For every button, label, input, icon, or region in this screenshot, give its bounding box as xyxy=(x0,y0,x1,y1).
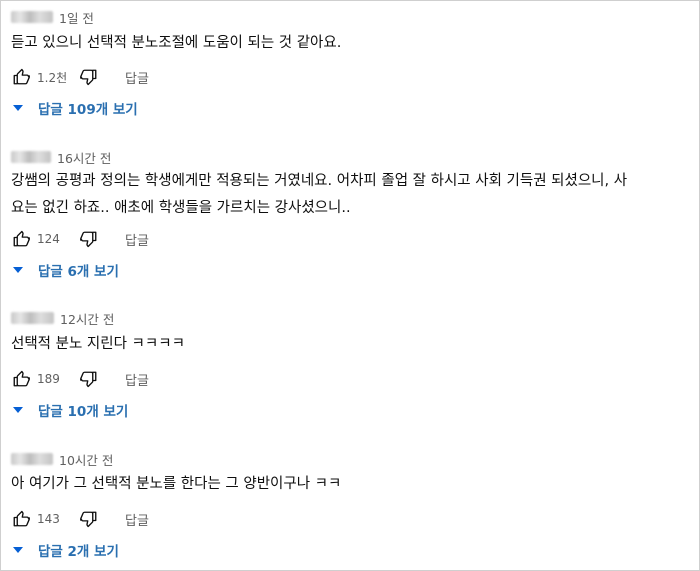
reply-button[interactable]: 답글 xyxy=(125,68,149,87)
blurred-username[interactable] xyxy=(11,151,51,163)
comment-timestamp[interactable]: 16시간 전 xyxy=(57,148,111,167)
view-replies-button[interactable]: 답글 109개 보기 xyxy=(11,96,138,120)
comment-text-line: 듣고 있으니 선택적 분노조절에 도움이 되는 것 같아요. xyxy=(11,35,342,51)
comment-timestamp[interactable]: 12시간 전 xyxy=(60,309,114,328)
comment-text: 선택적 분노 지린다 ㅋㅋㅋㅋ xyxy=(11,331,185,358)
like-count: 124 xyxy=(37,232,60,246)
dislike-button[interactable] xyxy=(79,229,99,249)
comment-text-line: 선택적 분노 지린다 ㅋㅋㅋㅋ xyxy=(11,336,185,352)
thumbs-up-icon xyxy=(13,68,30,85)
caret-down-icon xyxy=(13,407,23,413)
reply-button[interactable]: 답글 xyxy=(125,370,149,389)
thumbs-down-icon xyxy=(80,511,97,528)
view-replies-label: 답글 2개 보기 xyxy=(38,544,119,560)
like-count: 189 xyxy=(37,372,60,386)
comment-thread: 1일 전 듣고 있으니 선택적 분노조절에 도움이 되는 것 같아요. 1.2천… xyxy=(1,1,699,141)
like-count: 143 xyxy=(37,512,60,526)
caret-down-icon xyxy=(13,105,23,111)
comment-timestamp[interactable]: 10시간 전 xyxy=(59,450,113,469)
thumbs-up-icon xyxy=(13,230,30,247)
view-replies-label: 답글 109개 보기 xyxy=(38,102,138,118)
like-button[interactable] xyxy=(11,509,31,529)
comments-panel: 1일 전 듣고 있으니 선택적 분노조절에 도움이 되는 것 같아요. 1.2천… xyxy=(0,0,700,571)
comment-text-line: 요는 없긴 하죠.. 애초에 학생들을 가르치는 강사셨으니.. xyxy=(11,200,351,216)
comment-actions: 1.2천 답글 xyxy=(11,65,149,89)
like-count: 1.2천 xyxy=(37,70,68,85)
view-replies-label: 답글 10개 보기 xyxy=(38,404,129,420)
dislike-button[interactable] xyxy=(79,509,99,529)
blurred-username[interactable] xyxy=(11,11,53,23)
caret-down-icon xyxy=(13,267,23,273)
comment-header: 1일 전 xyxy=(11,7,94,27)
reply-button[interactable]: 답글 xyxy=(125,230,149,249)
comment-actions: 143 답글 xyxy=(11,507,149,531)
view-replies-label: 답글 6개 보기 xyxy=(38,264,119,280)
view-replies-button[interactable]: 답글 10개 보기 xyxy=(11,398,128,422)
comment-actions: 189 답글 xyxy=(11,367,149,391)
thumbs-up-icon xyxy=(13,370,30,387)
comment-thread: 16시간 전 강쌤의 공평과 정의는 학생에게만 적용되는 거였네요. 어차피 … xyxy=(1,141,699,301)
comment-header: 16시간 전 xyxy=(11,147,111,167)
comment-actions: 124 답글 xyxy=(11,227,149,251)
comment-header: 12시간 전 xyxy=(11,308,114,328)
view-replies-button[interactable]: 답글 6개 보기 xyxy=(11,258,119,282)
comment-thread: 12시간 전 선택적 분노 지린다 ㅋㅋㅋㅋ 189 답글 답글 10개 보기 xyxy=(1,301,699,441)
thumbs-up-icon xyxy=(13,510,30,527)
reply-button[interactable]: 답글 xyxy=(125,510,149,529)
blurred-username[interactable] xyxy=(11,312,54,324)
comment-text-line: 강쌤의 공평과 정의는 학생에게만 적용되는 거였네요. 어차피 졸업 잘 하시… xyxy=(11,173,628,189)
comment-text-line: 아 여기가 그 선택적 분노를 한다는 그 양반이구나 ㅋㅋ xyxy=(11,476,342,492)
blurred-username[interactable] xyxy=(11,453,53,465)
comment-text: 아 여기가 그 선택적 분노를 한다는 그 양반이구나 ㅋㅋ xyxy=(11,471,341,498)
comment-text: 듣고 있으니 선택적 분노조절에 도움이 되는 것 같아요. xyxy=(11,30,341,57)
comment-header: 10시간 전 xyxy=(11,449,113,469)
comment-text: 강쌤의 공평과 정의는 학생에게만 적용되는 거였네요. 어차피 졸업 잘 하시… xyxy=(11,168,627,222)
thumbs-down-icon xyxy=(80,69,97,86)
view-replies-button[interactable]: 답글 2개 보기 xyxy=(11,538,119,562)
caret-down-icon xyxy=(13,547,23,553)
like-button[interactable] xyxy=(11,369,31,389)
comment-thread: 10시간 전 아 여기가 그 선택적 분노를 한다는 그 양반이구나 ㅋㅋ 14… xyxy=(1,441,699,570)
dislike-button[interactable] xyxy=(79,67,99,87)
like-button[interactable] xyxy=(11,229,31,249)
like-button[interactable] xyxy=(11,67,31,87)
thumbs-down-icon xyxy=(80,371,97,388)
thumbs-down-icon xyxy=(80,231,97,248)
dislike-button[interactable] xyxy=(79,369,99,389)
comment-timestamp[interactable]: 1일 전 xyxy=(59,8,94,27)
